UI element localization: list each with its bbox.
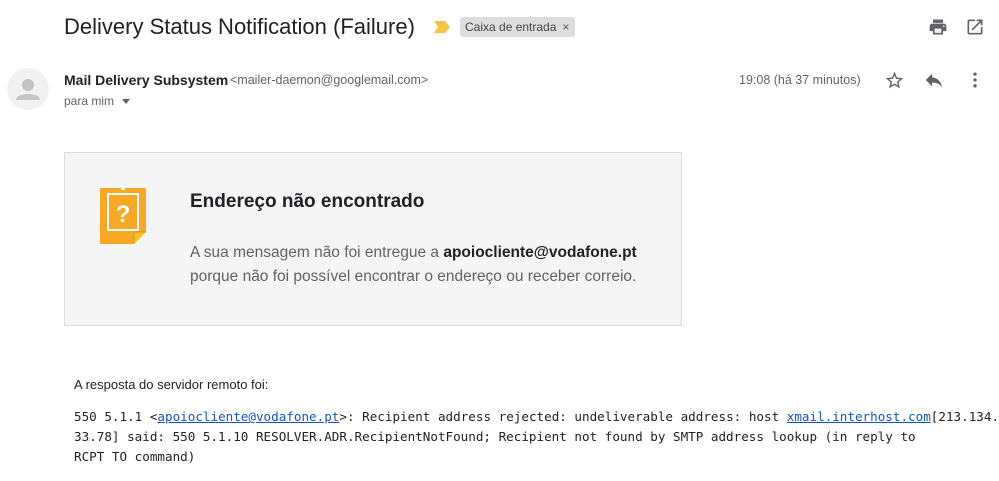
label-chip-inbox[interactable]: Caixa de entrada × <box>460 17 576 37</box>
response-text-line: 33.78] said: 550 5.1.10 RESOLVER.ADR.Rec… <box>74 429 916 444</box>
email-timestamp: 19:08 (há 37 minutos) <box>739 73 861 87</box>
address-not-found-icon: ? <box>100 185 146 244</box>
more-vertical-icon <box>973 72 977 88</box>
open-in-new-window-button[interactable] <box>963 15 987 39</box>
card-message-line2: porque não foi possível encontrar o ende… <box>190 268 637 285</box>
recipient-email-link[interactable]: apoiocliente@vodafone.pt <box>157 409 339 424</box>
remove-label-icon[interactable]: × <box>562 20 569 34</box>
reply-button[interactable] <box>922 68 946 92</box>
card-title: Endereço não encontrado <box>190 191 425 212</box>
sender-name[interactable]: Mail Delivery Subsystem <box>64 72 228 88</box>
importance-marker-icon[interactable] <box>433 20 451 34</box>
more-options-button[interactable] <box>963 68 987 92</box>
print-button[interactable] <box>926 15 950 39</box>
card-message-line1: A sua mensagem não foi entregue a apoioc… <box>190 244 637 262</box>
card-recipient-address: apoiocliente@vodafone.pt <box>443 244 637 261</box>
server-response-intro: A resposta do servidor remoto foi: <box>74 377 269 392</box>
response-text-segment: [213.134. <box>930 409 999 424</box>
server-response-text: 550 5.1.1 <apoiocliente@vodafone.pt>: Re… <box>74 407 999 467</box>
print-icon <box>929 19 947 35</box>
star-button[interactable] <box>882 68 906 92</box>
recipient-details-toggle[interactable]: para mim <box>64 94 131 108</box>
response-text-segment: >: Recipient address rejected: undeliver… <box>339 409 787 424</box>
delivery-failure-card <box>64 152 682 326</box>
card-message-prefix: A sua mensagem não foi entregue a <box>190 244 444 261</box>
sender-avatar[interactable] <box>7 68 49 110</box>
label-chip-text: Caixa de entrada <box>465 20 557 34</box>
sender-email: <mailer-daemon@googlemail.com> <box>230 73 429 87</box>
open-in-new-window-icon <box>967 19 983 35</box>
reply-icon <box>925 73 943 88</box>
response-text-segment: 550 5.1.1 < <box>74 409 158 424</box>
star-outline-icon <box>885 71 903 88</box>
caret-down-icon <box>122 98 131 104</box>
email-subject: Delivery Status Notification (Failure) <box>64 14 415 39</box>
response-text-line: RCPT TO command) <box>74 449 196 464</box>
person-avatar-icon <box>16 79 40 100</box>
mail-host-link[interactable]: xmail.interhost.com <box>787 409 931 424</box>
question-mark-glyph: ? <box>116 201 131 228</box>
recipient-label: para mim <box>64 94 115 108</box>
